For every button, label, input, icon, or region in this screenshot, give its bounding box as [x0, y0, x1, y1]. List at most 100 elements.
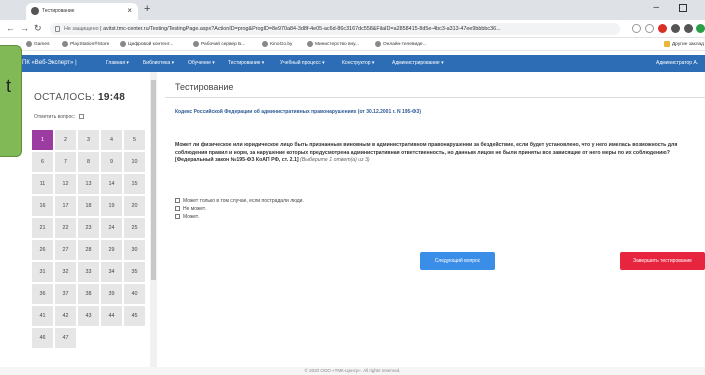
overlay-panel: t [0, 45, 22, 157]
nav-item-admin[interactable]: Администрирование ▾ [392, 55, 444, 72]
bookmark-item[interactable]: Министерство вну... [307, 38, 359, 51]
question-number-button[interactable]: 20 [124, 196, 145, 216]
answer-checkbox[interactable] [175, 214, 180, 220]
bookmark-icon [26, 40, 32, 47]
answer-option[interactable]: Не может. [175, 205, 304, 213]
answer-checkbox[interactable] [175, 206, 180, 212]
bookmark-item[interactable]: Games [26, 38, 49, 51]
question-number-button[interactable]: 2 [55, 130, 76, 150]
question-number-button[interactable]: 47 [55, 328, 76, 348]
question-number-button[interactable]: 4 [101, 130, 122, 150]
question-number-button[interactable]: 34 [101, 262, 122, 282]
question-number-button[interactable]: 18 [78, 196, 99, 216]
question-number-button[interactable]: 28 [78, 240, 99, 260]
question-number-button[interactable]: 23 [78, 218, 99, 238]
question-number-button[interactable]: 42 [55, 306, 76, 326]
question-number-button[interactable]: 31 [32, 262, 53, 282]
user-menu[interactable]: Администратор А. [656, 55, 698, 72]
question-number-button[interactable]: 39 [101, 284, 122, 304]
question-number-button[interactable]: 22 [55, 218, 76, 238]
question-number-button[interactable]: 8 [78, 152, 99, 172]
question-number-button[interactable]: 40 [124, 284, 145, 304]
question-number-button[interactable]: 45 [124, 306, 145, 326]
answer-checkbox[interactable] [175, 198, 180, 204]
question-number-button[interactable]: 38 [78, 284, 99, 304]
question-number-button[interactable]: 46 [32, 328, 53, 348]
question-number-button[interactable]: 25 [124, 218, 145, 238]
question-number-button[interactable]: 33 [78, 262, 99, 282]
question-number-button[interactable]: 19 [101, 196, 122, 216]
question-number-button[interactable]: 44 [101, 306, 122, 326]
question-number-button[interactable]: 37 [55, 284, 76, 304]
answer-option[interactable]: Может только в том случае, если пострада… [175, 197, 304, 205]
question-number-button[interactable]: 10 [124, 152, 145, 172]
nav-item-training[interactable]: Обучение ▾ [188, 55, 215, 72]
question-number-button[interactable]: 3 [78, 130, 99, 150]
question-number-button[interactable]: 27 [55, 240, 76, 260]
question-number-button[interactable]: 29 [101, 240, 122, 260]
question-number-button[interactable]: 13 [78, 174, 99, 194]
close-tab-icon[interactable]: × [127, 6, 132, 15]
next-question-button[interactable]: Следующий вопрос [420, 252, 495, 270]
extension-icon-2[interactable] [671, 24, 680, 33]
question-number-button[interactable]: 9 [101, 152, 122, 172]
question-number-button[interactable]: 1 [32, 130, 53, 150]
nav-item-constructor[interactable]: Конструктор ▾ [342, 55, 374, 72]
question-number-button[interactable]: 14 [101, 174, 122, 194]
footer: © 2020 ООО «ТМК-Центр». All rights reser… [0, 367, 705, 375]
question-number-button[interactable]: 17 [55, 196, 76, 216]
other-bookmarks[interactable]: Другие заклад [664, 38, 704, 51]
browser-tab-bar: Тестирование × + – [0, 0, 705, 20]
question-number-button[interactable]: 7 [55, 152, 76, 172]
answer-option[interactable]: Может. [175, 213, 304, 221]
profile-avatar[interactable] [696, 24, 705, 33]
puzzle-icon[interactable] [684, 24, 693, 33]
zoom-icon[interactable] [632, 24, 641, 33]
info-icon [55, 26, 60, 32]
new-tab-button[interactable]: + [144, 3, 150, 15]
back-icon[interactable]: ← [6, 23, 15, 33]
browser-tab[interactable]: Тестирование × [26, 3, 138, 20]
question-number-button[interactable]: 15 [124, 174, 145, 194]
reload-icon[interactable]: ↻ [34, 23, 42, 34]
divider [165, 97, 705, 98]
question-number-button[interactable]: 16 [32, 196, 53, 216]
url-text: avitst.tmc-center.ru/Testing/TestingPage… [103, 26, 501, 32]
question-number-button[interactable]: 6 [32, 152, 53, 172]
question-number-button[interactable]: 36 [32, 284, 53, 304]
question-number-button[interactable]: 26 [32, 240, 53, 260]
maximize-icon[interactable] [679, 4, 687, 12]
sidebar-scrollbar[interactable] [150, 72, 157, 367]
bookmark-icon [120, 40, 126, 47]
nav-item-library[interactable]: Библиотека ▾ [143, 55, 174, 72]
url-input[interactable]: Не защищено | avitst.tmc-center.ru/Testi… [50, 23, 620, 35]
question-number-button[interactable]: 12 [55, 174, 76, 194]
bookmark-item[interactable]: Онлайн-телевиде... [375, 38, 427, 51]
nav-item-home[interactable]: Главная ▾ [106, 55, 129, 72]
bookmark-item[interactable]: Цифровой контент... [120, 38, 173, 51]
question-number-button[interactable]: 11 [32, 174, 53, 194]
question-number-button[interactable]: 32 [55, 262, 76, 282]
question-number-button[interactable]: 30 [124, 240, 145, 260]
bookmark-icon [307, 40, 313, 47]
bookmark-item[interactable]: Рабочий сервер Б... [193, 38, 245, 51]
security-label: Не защищено [64, 26, 99, 32]
question-number-button[interactable]: 35 [124, 262, 145, 282]
site-brand[interactable]: ПК «Веб-Эксперт» | [22, 55, 77, 72]
scrollbar-thumb[interactable] [151, 80, 156, 280]
question-number-button[interactable]: 41 [32, 306, 53, 326]
nav-item-study-process[interactable]: Учебный процесс ▾ [280, 55, 325, 72]
bookmark-item[interactable]: KinoGo.by [262, 38, 292, 51]
star-icon[interactable] [645, 24, 654, 33]
finish-testing-button[interactable]: Завершить тестирование [620, 252, 705, 270]
forward-icon[interactable]: → [20, 23, 29, 33]
nav-item-testing[interactable]: Тестирование ▾ [228, 55, 264, 72]
question-number-button[interactable]: 21 [32, 218, 53, 238]
question-number-button[interactable]: 24 [101, 218, 122, 238]
bookmark-item[interactable]: PlayStation®Store [62, 38, 109, 51]
question-number-button[interactable]: 43 [78, 306, 99, 326]
mark-question-checkbox[interactable] [78, 114, 84, 120]
minimize-icon[interactable]: – [653, 2, 659, 13]
extension-icon[interactable] [658, 24, 667, 33]
question-number-button[interactable]: 5 [124, 130, 145, 150]
